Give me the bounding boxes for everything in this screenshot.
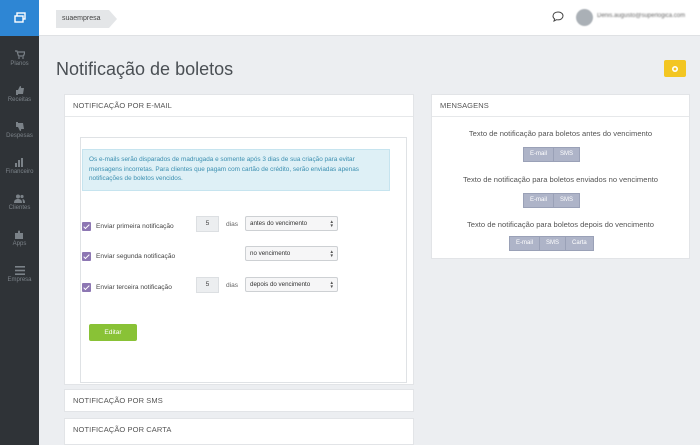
sidebar-item-apps[interactable]: Apps xyxy=(0,220,39,256)
first-notification-days-input[interactable]: 5 xyxy=(196,216,219,232)
sidebar-item-label: Clientes xyxy=(8,204,31,211)
help-button[interactable] xyxy=(664,60,686,77)
first-notification-select-value: antes do vencimento xyxy=(250,220,308,227)
users-icon xyxy=(14,194,25,203)
puzzle-icon xyxy=(14,230,23,239)
sidebar-item-receitas[interactable]: Receitas xyxy=(0,76,39,112)
email-notification-panel: NOTIFICAÇÃO POR E-MAIL Os e-mails serão … xyxy=(64,94,414,385)
message-group-buttons: E-mail SMS xyxy=(523,193,581,208)
sidebar-item-label: Financeiro xyxy=(5,168,34,175)
thumbs-down-icon xyxy=(15,121,24,131)
sidebar: Planos Receitas Despesas Financeiro Clie… xyxy=(0,0,39,445)
sidebar-item-label: Empresa xyxy=(7,276,32,283)
messages-panel-header: MENSAGENS xyxy=(432,95,689,117)
message-group-buttons: E-mail SMS Carta xyxy=(509,236,594,251)
messages-panel: MENSAGENS Texto de notificação para bole… xyxy=(431,94,690,259)
menu-icon xyxy=(14,265,25,275)
sidebar-item-empresa[interactable]: Empresa xyxy=(0,256,39,292)
thumbs-up-icon xyxy=(15,85,24,95)
sidebar-item-label: Planos xyxy=(10,60,29,67)
sms-panel-header[interactable]: NOTIFICAÇÃO POR SMS xyxy=(65,390,413,412)
message-group-title: Texto de notificação para boletos depois… xyxy=(466,220,654,229)
avatar[interactable] xyxy=(576,9,593,26)
select-arrows-icon: ▲ ▼ xyxy=(329,249,334,258)
sidebar-item-despesas[interactable]: Despesas xyxy=(0,112,39,148)
sidebar-item-label: Apps xyxy=(12,240,27,247)
topbar: suaempresa Denis.augusto@superlogica.com xyxy=(39,0,700,36)
third-notification-days-label: dias xyxy=(226,282,239,289)
email-panel-header[interactable]: NOTIFICAÇÃO POR E-MAIL xyxy=(65,95,413,117)
second-notification-label: Enviar segunda notificação xyxy=(96,253,176,260)
sidebar-item-label: Receitas xyxy=(7,96,32,103)
third-notification-select-value: depois do vencimento xyxy=(250,281,311,288)
cart-icon xyxy=(14,49,25,59)
sms-notification-panel[interactable]: NOTIFICAÇÃO POR SMS xyxy=(64,389,414,412)
second-notification-select-value: no vencimento xyxy=(250,250,291,257)
card-panel-header[interactable]: NOTIFICAÇÃO POR CARTA xyxy=(65,419,413,441)
email-message-button[interactable]: E-mail xyxy=(509,236,541,251)
info-alert: Os e-mails serão disparados de madrugada… xyxy=(82,149,390,191)
sidebar-item-label: Despesas xyxy=(6,132,33,139)
third-notification-days-input[interactable]: 5 xyxy=(196,277,219,293)
sms-message-button[interactable]: SMS xyxy=(540,236,567,251)
sms-message-button[interactable]: SMS xyxy=(554,193,581,208)
user-email[interactable]: Denis.augusto@superlogica.com xyxy=(597,13,685,19)
third-notification-select[interactable]: depois do vencimento ▲ ▼ xyxy=(245,277,338,292)
first-notification-select[interactable]: antes do vencimento ▲ ▼ xyxy=(245,216,338,231)
letter-message-button[interactable]: Carta xyxy=(566,236,594,251)
edit-button[interactable]: Editar xyxy=(89,324,137,341)
windows-icon xyxy=(13,12,26,23)
sidebar-item-clientes[interactable]: Clientes xyxy=(0,184,39,220)
first-notification-checkbox[interactable] xyxy=(82,222,91,231)
bar-chart-icon xyxy=(14,157,23,167)
message-group-title: Texto de notificação para boletos antes … xyxy=(468,129,653,138)
second-notification-checkbox[interactable] xyxy=(82,252,91,261)
breadcrumb[interactable]: suaempresa xyxy=(56,10,116,28)
card-notification-panel[interactable]: NOTIFICAÇÃO POR CARTA xyxy=(64,418,414,445)
email-message-button[interactable]: E-mail xyxy=(523,147,555,162)
sidebar-item-planos[interactable]: Planos xyxy=(0,40,39,76)
second-notification-select[interactable]: no vencimento ▲ ▼ xyxy=(245,246,338,261)
select-arrows-icon: ▲ ▼ xyxy=(329,219,334,228)
third-notification-checkbox[interactable] xyxy=(82,283,91,292)
logo[interactable] xyxy=(0,0,39,36)
third-notification-label: Enviar terceira notificação xyxy=(96,284,172,291)
message-group-title: Texto de notificação para boletos enviad… xyxy=(462,175,659,184)
select-arrows-icon: ▲ ▼ xyxy=(329,280,334,289)
message-group-buttons: E-mail SMS xyxy=(523,147,581,162)
email-message-button[interactable]: E-mail xyxy=(523,193,555,208)
support-icon xyxy=(672,65,678,72)
chat-icon[interactable] xyxy=(552,11,564,22)
sms-message-button[interactable]: SMS xyxy=(554,147,581,162)
first-notification-days-label: dias xyxy=(226,221,239,228)
sidebar-item-financeiro[interactable]: Financeiro xyxy=(0,148,39,184)
page-title: Notificação de boletos xyxy=(56,59,234,79)
first-notification-label: Enviar primeira notificação xyxy=(96,223,174,230)
